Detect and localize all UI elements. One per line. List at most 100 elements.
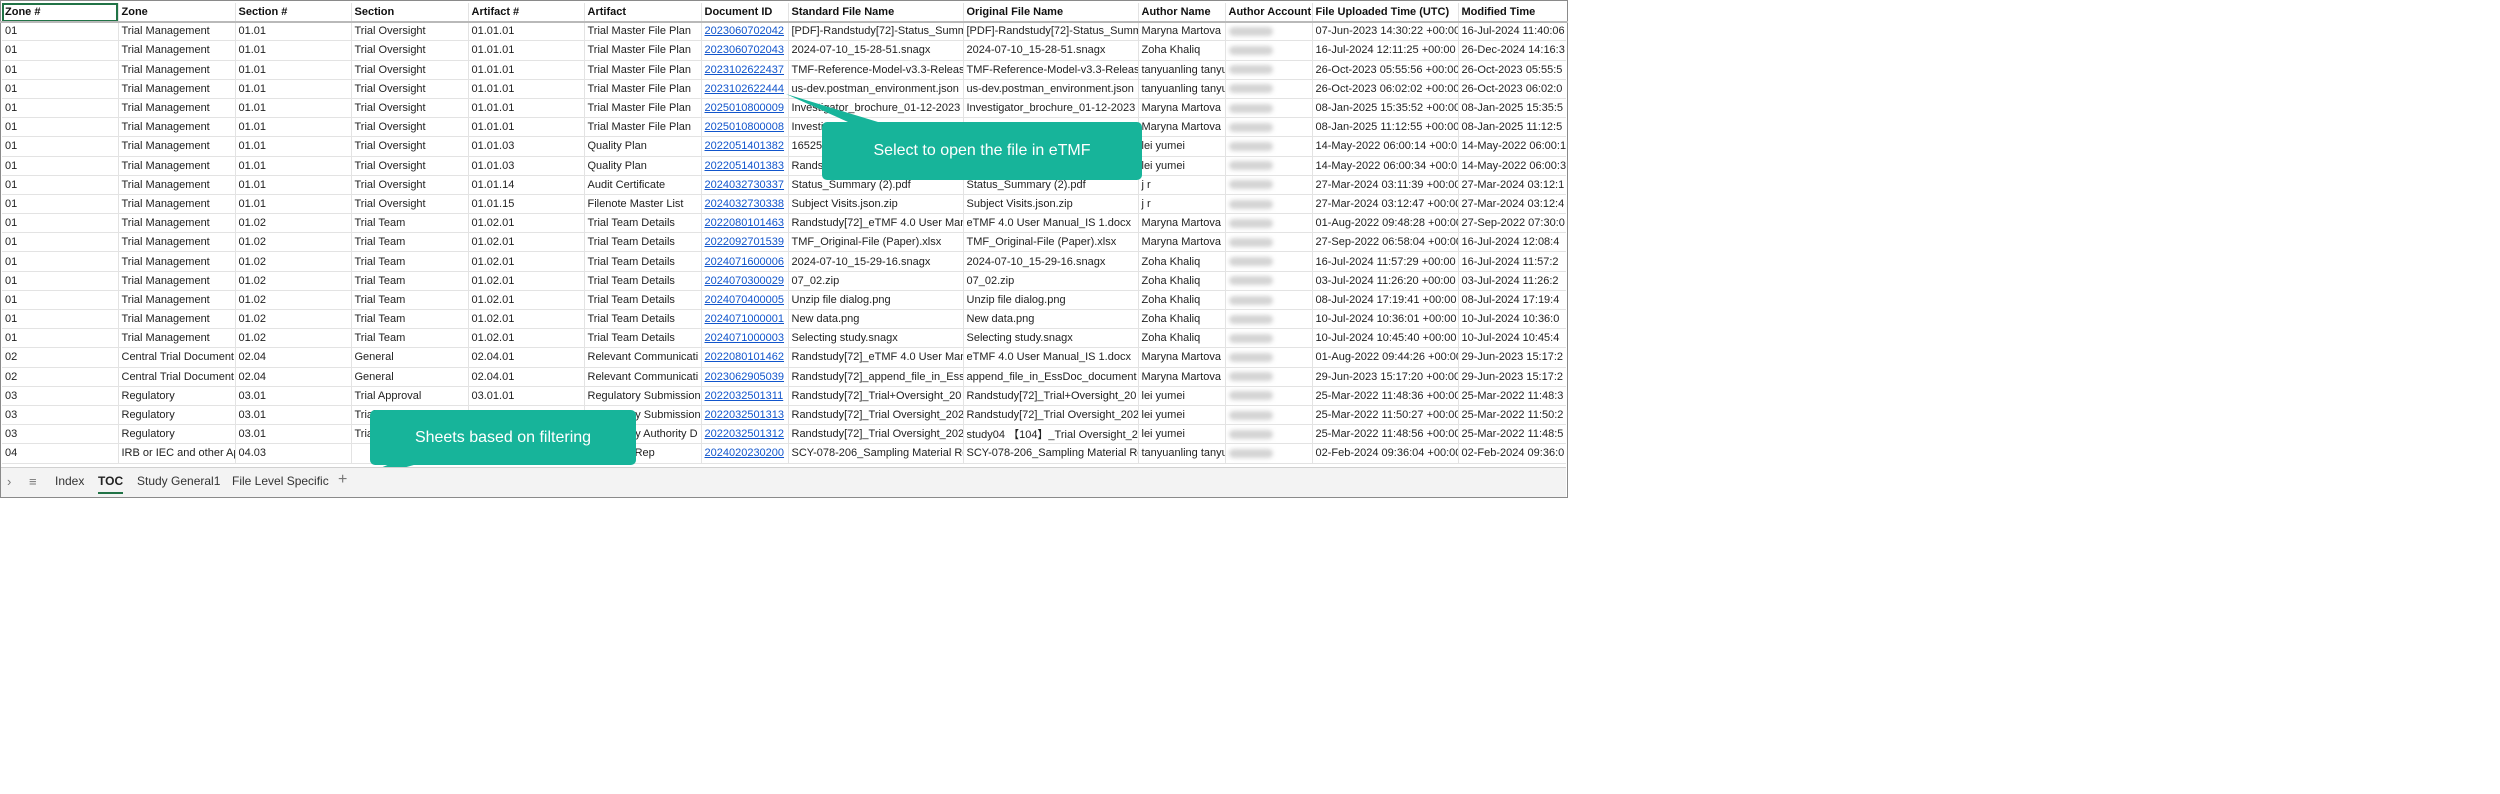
original-file-name-cell[interactable]: 2024-07-10_15-29-16.snagx [963, 251, 1139, 272]
artifact-num-cell[interactable]: 01.02.01 [468, 328, 585, 349]
standard-file-name-cell[interactable]: TMF_Original-File (Paper).xlsx [788, 232, 964, 253]
standard-file-name-cell[interactable]: Randstudy[72]_append_file_in_Ess [788, 367, 964, 387]
author-name-cell[interactable]: lei yumei [1138, 386, 1226, 406]
author-account-cell[interactable] [1225, 98, 1313, 119]
document-id-cell[interactable]: 2022080101462 [701, 347, 789, 368]
zone-num-cell[interactable]: 01 [2, 213, 119, 234]
modified-time-cell[interactable]: 27-Mar-2024 03:12:4 [1458, 194, 1566, 215]
zone-num-cell[interactable]: 02 [2, 347, 119, 368]
section-num-cell[interactable]: 01.02 [235, 290, 352, 311]
zone-cell[interactable]: Trial Management [118, 98, 236, 119]
original-file-name-cell[interactable]: eTMF 4.0 User Manual_IS 1.docx [963, 213, 1139, 234]
column-header-author-account[interactable]: Author Account [1225, 3, 1313, 23]
file-uploaded-time-cell[interactable]: 27-Mar-2024 03:11:39 +00:00 [1312, 175, 1459, 195]
author-account-cell[interactable] [1225, 136, 1313, 157]
zone-cell[interactable]: Trial Management [118, 328, 236, 349]
section-cell[interactable]: Trial Oversight [351, 175, 469, 195]
column-header-section-num[interactable]: Section # [235, 3, 352, 23]
zone-cell[interactable]: Trial Management [118, 117, 236, 138]
zone-num-cell[interactable]: 03 [2, 405, 119, 426]
artifact-cell[interactable]: Trial Master File Plan [584, 21, 702, 42]
modified-time-cell[interactable]: 27-Mar-2024 03:12:1 [1458, 175, 1566, 195]
zone-num-cell[interactable]: 01 [2, 156, 119, 176]
document-id-cell[interactable]: 2024071000001 [701, 309, 789, 330]
sheet-tab-file-level-specific[interactable]: File Level Specific [232, 474, 329, 488]
column-header-zone[interactable]: Zone [118, 3, 236, 23]
original-file-name-cell[interactable]: us-dev.postman_environment.json [963, 79, 1139, 99]
file-uploaded-time-cell[interactable]: 07-Jun-2023 14:30:22 +00:00 [1312, 21, 1459, 42]
author-name-cell[interactable]: Zoha Khaliq [1138, 40, 1226, 61]
file-uploaded-time-cell[interactable]: 10-Jul-2024 10:36:01 +00:00 [1312, 309, 1459, 330]
section-cell[interactable]: Trial Team [351, 328, 469, 349]
author-account-cell[interactable] [1225, 251, 1313, 272]
author-name-cell[interactable]: tanyuanling tanyu [1138, 443, 1226, 464]
document-id-cell[interactable]: 2023060702043 [701, 40, 789, 61]
file-uploaded-time-cell[interactable]: 08-Jan-2025 11:12:55 +00:00 [1312, 117, 1459, 138]
zone-cell[interactable]: Trial Management [118, 194, 236, 215]
author-name-cell[interactable]: tanyuanling tanyu [1138, 79, 1226, 99]
section-num-cell[interactable]: 01.01 [235, 194, 352, 215]
artifact-cell[interactable]: Relevant Communicati [584, 367, 702, 387]
standard-file-name-cell[interactable]: Randstudy[72]_Trial Oversight_202 [788, 424, 964, 445]
modified-time-cell[interactable]: 16-Jul-2024 11:57:2 [1458, 251, 1566, 272]
section-num-cell[interactable]: 01.01 [235, 136, 352, 157]
standard-file-name-cell[interactable]: Randstudy[72]_Trial Oversight_202 [788, 405, 964, 426]
author-name-cell[interactable]: Maryna Martova [1138, 21, 1226, 42]
column-header-artifact[interactable]: Artifact [584, 3, 702, 23]
modified-time-cell[interactable]: 29-Jun-2023 15:17:2 [1458, 367, 1566, 387]
artifact-num-cell[interactable]: 01.02.01 [468, 290, 585, 311]
standard-file-name-cell[interactable]: Selecting study.snagx [788, 328, 964, 349]
original-file-name-cell[interactable]: TMF_Original-File (Paper).xlsx [963, 232, 1139, 253]
author-name-cell[interactable]: Maryna Martova [1138, 367, 1226, 387]
zone-num-cell[interactable]: 04 [2, 443, 119, 464]
section-cell[interactable]: Trial Oversight [351, 117, 469, 138]
document-id-cell[interactable]: 2023060702042 [701, 21, 789, 42]
author-name-cell[interactable]: Zoha Khaliq [1138, 328, 1226, 349]
author-name-cell[interactable]: lei yumei [1138, 424, 1226, 445]
file-uploaded-time-cell[interactable]: 25-Mar-2022 11:48:56 +00:00 [1312, 424, 1459, 445]
zone-cell[interactable]: Regulatory [118, 386, 236, 406]
artifact-cell[interactable]: Audit Certificate [584, 175, 702, 195]
artifact-cell[interactable]: Trial Team Details [584, 232, 702, 253]
column-header-artifact-num[interactable]: Artifact # [468, 3, 585, 23]
zone-num-cell[interactable]: 01 [2, 60, 119, 80]
author-account-cell[interactable] [1225, 271, 1313, 291]
zone-cell[interactable]: Trial Management [118, 136, 236, 157]
artifact-num-cell[interactable]: 01.01.01 [468, 117, 585, 138]
original-file-name-cell[interactable]: TMF-Reference-Model-v3.3-Releas [963, 60, 1139, 80]
standard-file-name-cell[interactable]: SCY-078-206_Sampling Material Re [788, 443, 964, 464]
artifact-num-cell[interactable]: 01.02.01 [468, 271, 585, 291]
section-cell[interactable]: Trial Oversight [351, 60, 469, 80]
original-file-name-cell[interactable]: Randstudy[72]_Trial+Oversight_20 [963, 386, 1139, 406]
author-account-cell[interactable] [1225, 175, 1313, 195]
original-file-name-cell[interactable]: [PDF]-Randstudy[72]-Status_Summ [963, 21, 1139, 42]
modified-time-cell[interactable]: 16-Jul-2024 12:08:4 [1458, 232, 1566, 253]
section-num-cell[interactable]: 01.02 [235, 213, 352, 234]
artifact-num-cell[interactable]: 01.01.01 [468, 79, 585, 99]
zone-cell[interactable]: Trial Management [118, 21, 236, 42]
author-name-cell[interactable]: Zoha Khaliq [1138, 290, 1226, 311]
sheet-tab-toc[interactable]: TOC [98, 474, 124, 494]
document-id-cell[interactable]: 2022032501313 [701, 405, 789, 426]
author-account-cell[interactable] [1225, 232, 1313, 253]
artifact-num-cell[interactable]: 01.01.03 [468, 156, 585, 176]
artifact-cell[interactable]: Quality Plan [584, 136, 702, 157]
author-name-cell[interactable]: Maryna Martova [1138, 213, 1226, 234]
zone-num-cell[interactable]: 01 [2, 328, 119, 349]
artifact-num-cell[interactable]: 01.02.01 [468, 251, 585, 272]
original-file-name-cell[interactable]: Subject Visits.json.zip [963, 194, 1139, 215]
zone-cell[interactable]: Trial Management [118, 271, 236, 291]
author-account-cell[interactable] [1225, 424, 1313, 445]
artifact-num-cell[interactable]: 01.01.01 [468, 98, 585, 119]
artifact-num-cell[interactable]: 01.02.01 [468, 213, 585, 234]
document-id-cell[interactable]: 2024020230200 [701, 443, 789, 464]
artifact-num-cell[interactable]: 01.01.01 [468, 60, 585, 80]
column-header-section[interactable]: Section [351, 3, 469, 23]
author-name-cell[interactable]: Zoha Khaliq [1138, 309, 1226, 330]
artifact-cell[interactable]: Trial Team Details [584, 309, 702, 330]
standard-file-name-cell[interactable]: [PDF]-Randstudy[72]-Status_Summ [788, 21, 964, 42]
author-account-cell[interactable] [1225, 309, 1313, 330]
document-id-cell[interactable]: 2022080101463 [701, 213, 789, 234]
file-uploaded-time-cell[interactable]: 16-Jul-2024 11:57:29 +00:00 [1312, 251, 1459, 272]
original-file-name-cell[interactable]: Investigator_brochure_01-12-2023 [963, 98, 1139, 119]
